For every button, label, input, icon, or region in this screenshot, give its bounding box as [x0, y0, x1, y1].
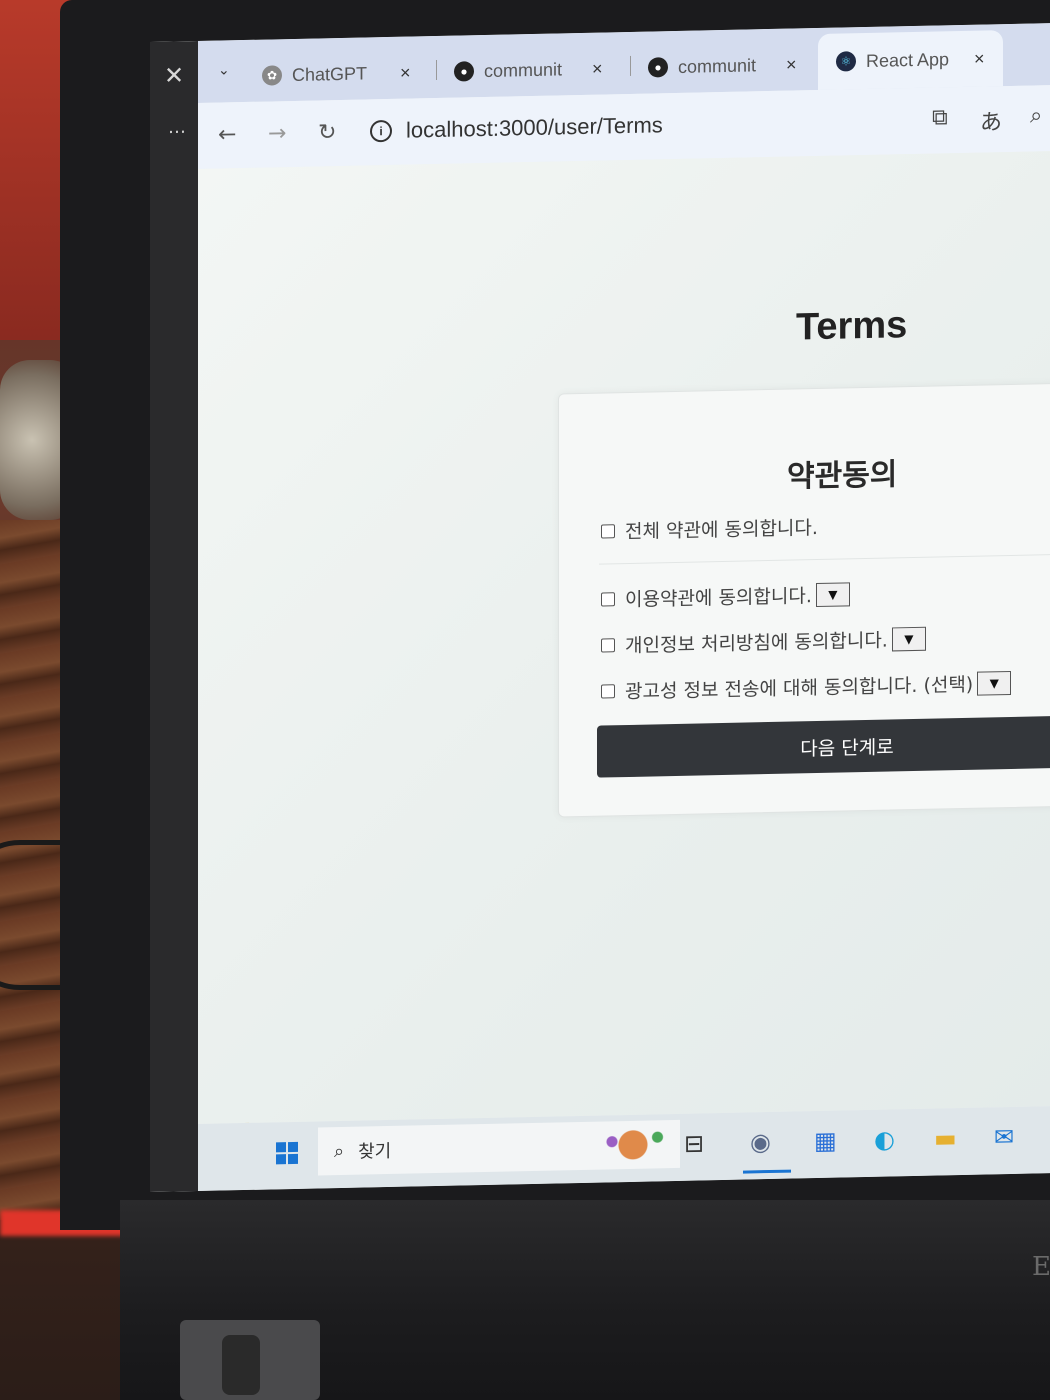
pinned-app-icon[interactable]: ◉ — [750, 1128, 771, 1156]
chevron-down-icon[interactable]: ⌄ — [218, 62, 230, 78]
close-icon[interactable]: × — [592, 58, 603, 79]
expand-button[interactable]: ▼ — [977, 670, 1012, 696]
privacy-policy-row[interactable]: 개인정보 처리방침에 동의합니다. ▼ — [601, 625, 926, 659]
terms-card: 약관동의 전체 약관에 동의합니다. 이용약관에 동의합니다. ▼ 개인정보 처… — [558, 382, 1050, 818]
tab-github-2[interactable]: ● communit × — [648, 42, 797, 89]
back-icon[interactable]: ← — [218, 122, 236, 147]
agree-all-row[interactable]: 전체 약관에 동의합니다. — [601, 513, 818, 545]
terms-of-use-label: 이용약관에 동의합니다. — [625, 585, 812, 612]
marketing-consent-checkbox[interactable] — [601, 683, 615, 699]
windows-start-icon[interactable] — [276, 1141, 298, 1165]
more-icon[interactable]: ⋯ — [168, 121, 186, 142]
search-icon: ⌕ — [334, 1140, 345, 1162]
chatgpt-icon: ✿ — [262, 65, 282, 86]
terms-of-use-checkbox[interactable] — [601, 591, 615, 607]
address-bar[interactable]: i localhost:3000/user/Terms — [370, 97, 970, 154]
photo-scene: E ✕ ⋯ ✕ 🔔 ⌄ ✿ ChatGPT × ● communit × ● — [0, 0, 1050, 1400]
expand-button[interactable]: ▼ — [815, 581, 850, 607]
forward-icon[interactable]: → — [268, 121, 286, 146]
close-icon[interactable]: ✕ — [164, 61, 184, 89]
tab-chatgpt[interactable]: ✿ ChatGPT × — [262, 51, 411, 98]
next-step-button[interactable]: 다음 단계로 — [597, 714, 1050, 778]
search-label: 찾기 — [358, 1140, 392, 1163]
page-title: Terms — [796, 304, 908, 349]
taskbar-search[interactable]: ⌕ 찾기 — [318, 1119, 680, 1176]
privacy-policy-checkbox[interactable] — [601, 637, 615, 653]
github-icon: ● — [648, 57, 668, 78]
github-icon: ● — [454, 61, 474, 82]
folder-icon[interactable]: ▬ — [934, 1124, 957, 1152]
agree-all-label: 전체 약관에 동의합니다. — [625, 517, 818, 544]
left-rail: ✕ ⋯ — [150, 40, 198, 1192]
tab-title: communit — [678, 54, 757, 77]
close-icon[interactable]: × — [974, 48, 985, 69]
search-highlight-art — [598, 1126, 668, 1164]
active-app-indicator — [743, 1169, 791, 1174]
tab-title: communit — [484, 58, 563, 81]
url-text: localhost:3000/user/Terms — [406, 112, 663, 143]
open-external-icon[interactable]: ⧉ — [932, 105, 948, 130]
tab-separator — [436, 59, 437, 81]
mail-icon[interactable]: ✉ — [994, 1123, 1014, 1151]
expand-button[interactable]: ▼ — [891, 626, 926, 651]
edge-icon[interactable]: ◐ — [874, 1125, 895, 1153]
marketing-consent-row[interactable]: 광고성 정보 전송에 대해 동의합니다. (선택) ▼ — [601, 669, 1012, 705]
translate-icon[interactable]: あ — [980, 104, 1002, 136]
close-icon[interactable]: × — [786, 54, 797, 75]
terms-of-use-row[interactable]: 이용약관에 동의합니다. ▼ — [601, 580, 850, 612]
task-view-icon[interactable]: ⊟ — [684, 1129, 704, 1157]
web-page: Terms 약관동의 전체 약관에 동의합니다. 이용약관에 동의합니다. ▼ … — [198, 150, 1050, 1124]
tab-react-app[interactable]: ⚛ React App × — [818, 30, 1003, 91]
zoom-icon[interactable]: ⌕ — [1030, 103, 1042, 128]
react-icon: ⚛ — [836, 51, 856, 72]
info-icon[interactable]: i — [370, 119, 392, 143]
card-heading: 약관동의 — [787, 457, 898, 495]
close-icon[interactable]: × — [400, 62, 411, 83]
laptop-hinge-slot — [222, 1335, 260, 1395]
laptop-brand-mark: E — [1032, 1252, 1050, 1282]
laptop-screen: ✕ ⋯ ✕ 🔔 ⌄ ✿ ChatGPT × ● communit × ● com… — [150, 22, 1050, 1192]
divider — [599, 553, 1050, 565]
agree-all-checkbox[interactable] — [601, 523, 615, 539]
marketing-consent-label: 광고성 정보 전송에 대해 동의합니다. (선택) — [625, 673, 974, 704]
tab-github-1[interactable]: ● communit × — [454, 47, 603, 94]
tab-title: ChatGPT — [292, 62, 368, 85]
privacy-policy-label: 개인정보 처리방침에 동의합니다. — [625, 629, 888, 658]
reload-icon[interactable]: ↻ — [318, 120, 336, 145]
tab-separator — [630, 55, 631, 76]
store-icon[interactable]: ▦ — [814, 1127, 837, 1155]
tab-title: React App — [866, 48, 950, 71]
